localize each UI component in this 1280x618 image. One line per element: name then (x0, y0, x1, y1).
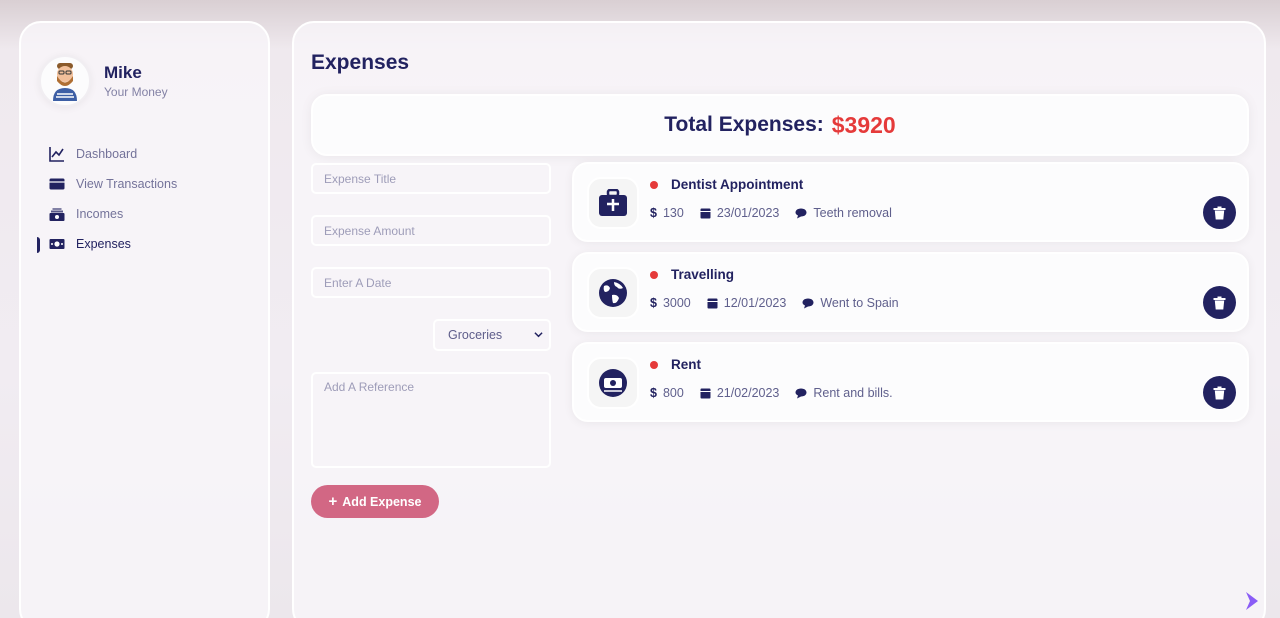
expense-amount: 3000 (662, 296, 691, 310)
comment-icon (795, 388, 807, 398)
expense-title-input[interactable] (311, 163, 551, 194)
expense-title-row: Travelling (650, 267, 734, 282)
comment-icon (802, 298, 814, 308)
expense-title-row: Dentist Appointment (650, 177, 803, 192)
total-expenses-card: Total Expenses: $3920 (311, 94, 1249, 156)
page-title: Expenses (311, 51, 410, 74)
sidebar-item-view-transactions[interactable]: View Transactions (21, 169, 268, 199)
user-subtitle: Your Money (104, 84, 168, 99)
sidebar-item-dashboard[interactable]: Dashboard (21, 139, 268, 169)
expense-description: Went to Spain (820, 296, 899, 310)
expense-date: 12/01/2023 (723, 296, 787, 310)
sidebar-item-label: Incomes (76, 207, 124, 221)
comment-icon (795, 208, 807, 218)
brand-logo-icon (1244, 590, 1260, 617)
credit-card-icon (49, 176, 65, 192)
expense-list: Dentist Appointment $130 23/01/2023 Teet… (572, 162, 1249, 432)
plus-icon: + (328, 493, 338, 510)
sidebar-item-label: Expenses (76, 237, 131, 251)
list-item: Travelling $3000 12/01/2023 Went to Spai… (572, 252, 1249, 332)
chevron-down-icon (534, 328, 543, 342)
add-expense-button[interactable]: + Add Expense (311, 485, 439, 518)
calendar-icon (707, 298, 718, 309)
expense-meta: $130 23/01/2023 Teeth removal (650, 206, 908, 220)
add-expense-label: Add Expense (342, 494, 422, 509)
globe-icon (587, 267, 639, 319)
delete-button[interactable] (1203, 196, 1236, 229)
sidebar-item-label: Dashboard (76, 147, 138, 161)
expense-description: Teeth removal (813, 206, 892, 220)
avatar-icon (53, 63, 77, 101)
expense-date: 21/02/2023 (716, 386, 780, 400)
dollar-icon: $ (650, 206, 657, 220)
expense-amount-input[interactable] (311, 215, 551, 246)
sidebar-item-label: View Transactions (76, 177, 178, 191)
category-select[interactable]: Groceries (433, 319, 551, 351)
sidebar-item-expenses[interactable]: Expenses (21, 229, 268, 259)
list-item: Rent $800 21/02/2023 Rent and bills. (572, 342, 1249, 422)
medical-bag-icon (587, 177, 639, 229)
expense-meta: $800 21/02/2023 Rent and bills. (650, 386, 909, 400)
list-item: Dentist Appointment $130 23/01/2023 Teet… (572, 162, 1249, 242)
sidebar-item-incomes[interactable]: Incomes (21, 199, 268, 229)
sidebar: Mike Your Money Dashboard View Transacti… (19, 21, 270, 618)
chart-line-icon (49, 146, 65, 162)
delete-button[interactable] (1203, 376, 1236, 409)
main-panel: Expenses Total Expenses: $3920 Groceries… (292, 21, 1266, 618)
calendar-icon (700, 208, 711, 219)
expense-amount: 130 (662, 206, 684, 220)
expense-amount: 800 (662, 386, 684, 400)
status-dot (650, 180, 658, 189)
expense-form: Groceries (311, 163, 551, 468)
avatar (39, 55, 91, 107)
user-name: Mike (104, 62, 142, 82)
expense-date-input[interactable] (311, 267, 551, 298)
expense-title-row: Rent (650, 357, 701, 372)
money-bills-icon (49, 206, 65, 222)
trash-icon (1213, 386, 1226, 399)
expense-title: Travelling (671, 267, 735, 282)
total-expenses-label: Total Expenses: (664, 113, 824, 136)
expense-description: Rent and bills. (813, 386, 893, 400)
expense-date: 23/01/2023 (716, 206, 780, 220)
delete-button[interactable] (1203, 286, 1236, 319)
trash-icon (1213, 296, 1226, 309)
money-bill-icon (49, 236, 65, 252)
category-select-value: Groceries (448, 328, 503, 342)
sidebar-menu: Dashboard View Transactions Incomes Expe… (21, 139, 268, 259)
status-dot (650, 360, 658, 369)
trash-icon (1213, 206, 1226, 219)
reference-textarea[interactable] (311, 372, 551, 468)
expense-meta: $3000 12/01/2023 Went to Spain (650, 296, 915, 310)
bills-icon (587, 357, 639, 409)
dollar-icon: $ (650, 296, 657, 310)
status-dot (650, 270, 658, 279)
expense-title: Rent (671, 357, 701, 372)
dollar-icon: $ (650, 386, 657, 400)
total-expenses-amount: $3920 (831, 111, 896, 138)
expense-title: Dentist Appointment (671, 177, 804, 192)
calendar-icon (700, 388, 711, 399)
user-profile: Mike Your Money (39, 55, 168, 107)
